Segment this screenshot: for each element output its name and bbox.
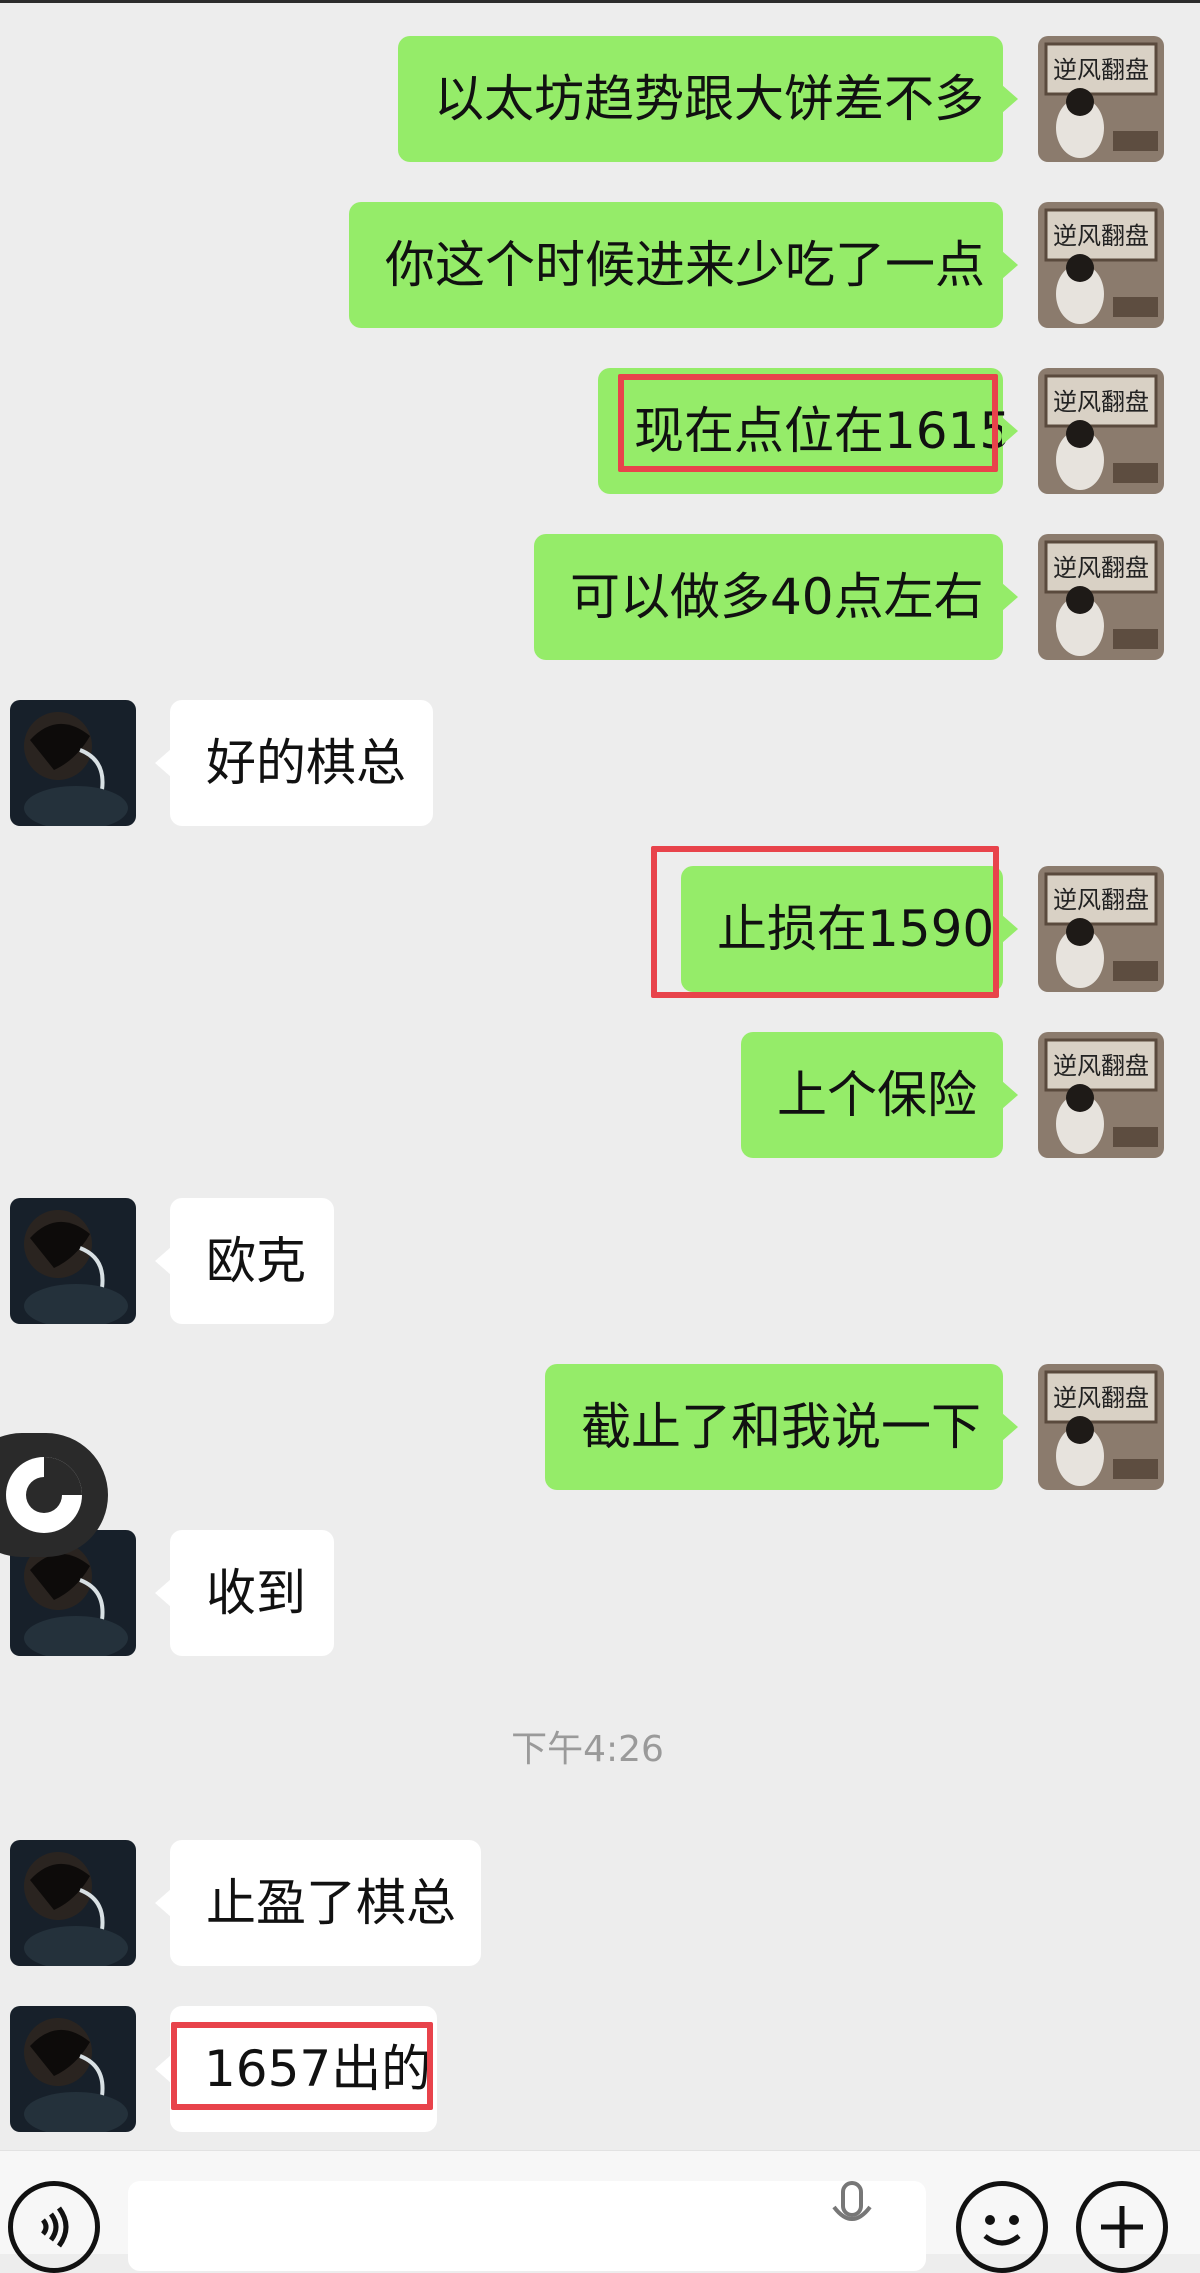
message-bubble[interactable]: 好的棋总 xyxy=(155,700,433,826)
avatar-sign-text: 逆风翻盘 xyxy=(1053,56,1149,84)
message-row: 你这个时候进来少吃了一点 逆风翻盘 xyxy=(0,202,1200,328)
microphone-icon[interactable] xyxy=(808,2171,908,2241)
message-row: 欧克 xyxy=(0,1198,1200,1324)
message-bubble[interactable]: 截止了和我说一下 xyxy=(545,1364,1018,1490)
red-highlight-box xyxy=(651,846,999,998)
top-edge-line xyxy=(0,0,1200,3)
message-bubble[interactable]: 可以做多40点左右 xyxy=(534,534,1018,660)
self-avatar[interactable]: 逆风翻盘 xyxy=(1038,1032,1164,1158)
avatar-sign-text: 逆风翻盘 xyxy=(1053,1052,1149,1080)
avatar-sign-text: 逆风翻盘 xyxy=(1053,222,1149,250)
chat-input-bar xyxy=(0,2150,1200,2273)
self-avatar[interactable]: 逆风翻盘 xyxy=(1038,534,1164,660)
message-row: 止损在1590 逆风翻盘 xyxy=(0,846,1200,998)
floating-assistant-button[interactable] xyxy=(0,1433,108,1557)
contact-avatar[interactable] xyxy=(10,1840,136,1966)
plus-icon[interactable] xyxy=(1076,2181,1168,2273)
message-bubble[interactable]: 欧克 xyxy=(155,1198,334,1324)
message-input[interactable] xyxy=(128,2181,926,2271)
refresh-icon xyxy=(6,1457,82,1533)
message-bubble[interactable]: 收到 xyxy=(155,1530,334,1656)
avatar-sign-text: 逆风翻盘 xyxy=(1053,388,1149,416)
self-avatar[interactable]: 逆风翻盘 xyxy=(1038,368,1164,494)
avatar-sign-text: 逆风翻盘 xyxy=(1053,554,1149,582)
self-avatar[interactable]: 逆风翻盘 xyxy=(1038,866,1164,992)
message-row: 以太坊趋势跟大饼差不多 逆风翻盘 xyxy=(0,36,1200,162)
self-avatar[interactable]: 逆风翻盘 xyxy=(1038,36,1164,162)
red-highlight-box xyxy=(171,2022,433,2110)
message-bubble[interactable]: 上个保险 xyxy=(741,1032,1018,1158)
message-row: 上个保险 逆风翻盘 xyxy=(0,1032,1200,1158)
message-bubble[interactable]: 止盈了棋总 xyxy=(155,1840,481,1966)
message-row: 好的棋总 xyxy=(0,700,1200,826)
contact-avatar[interactable] xyxy=(10,2006,136,2132)
message-row: 1657出的 xyxy=(0,2006,1200,2132)
message-row: 收到 xyxy=(0,1530,1200,1656)
voice-icon[interactable] xyxy=(8,2181,100,2273)
message-bubble[interactable]: 你这个时候进来少吃了一点 xyxy=(349,202,1018,328)
red-highlight-box xyxy=(618,374,998,472)
message-row: 现在点位在1615 逆风翻盘 xyxy=(0,368,1200,494)
avatar-sign-text: 逆风翻盘 xyxy=(1053,1384,1149,1412)
message-row: 止盈了棋总 xyxy=(0,1840,1200,1966)
message-row: 可以做多40点左右 逆风翻盘 xyxy=(0,534,1200,660)
self-avatar[interactable]: 逆风翻盘 xyxy=(1038,202,1164,328)
contact-avatar[interactable] xyxy=(10,1198,136,1324)
emoji-icon[interactable] xyxy=(956,2181,1048,2273)
contact-avatar[interactable] xyxy=(10,700,136,826)
avatar-sign-text: 逆风翻盘 xyxy=(1053,886,1149,914)
message-row: 截止了和我说一下 逆风翻盘 xyxy=(0,1364,1200,1490)
time-divider: 下午4:26 xyxy=(511,1729,664,1770)
self-avatar[interactable]: 逆风翻盘 xyxy=(1038,1364,1164,1490)
message-bubble[interactable]: 以太坊趋势跟大饼差不多 xyxy=(398,36,1018,162)
